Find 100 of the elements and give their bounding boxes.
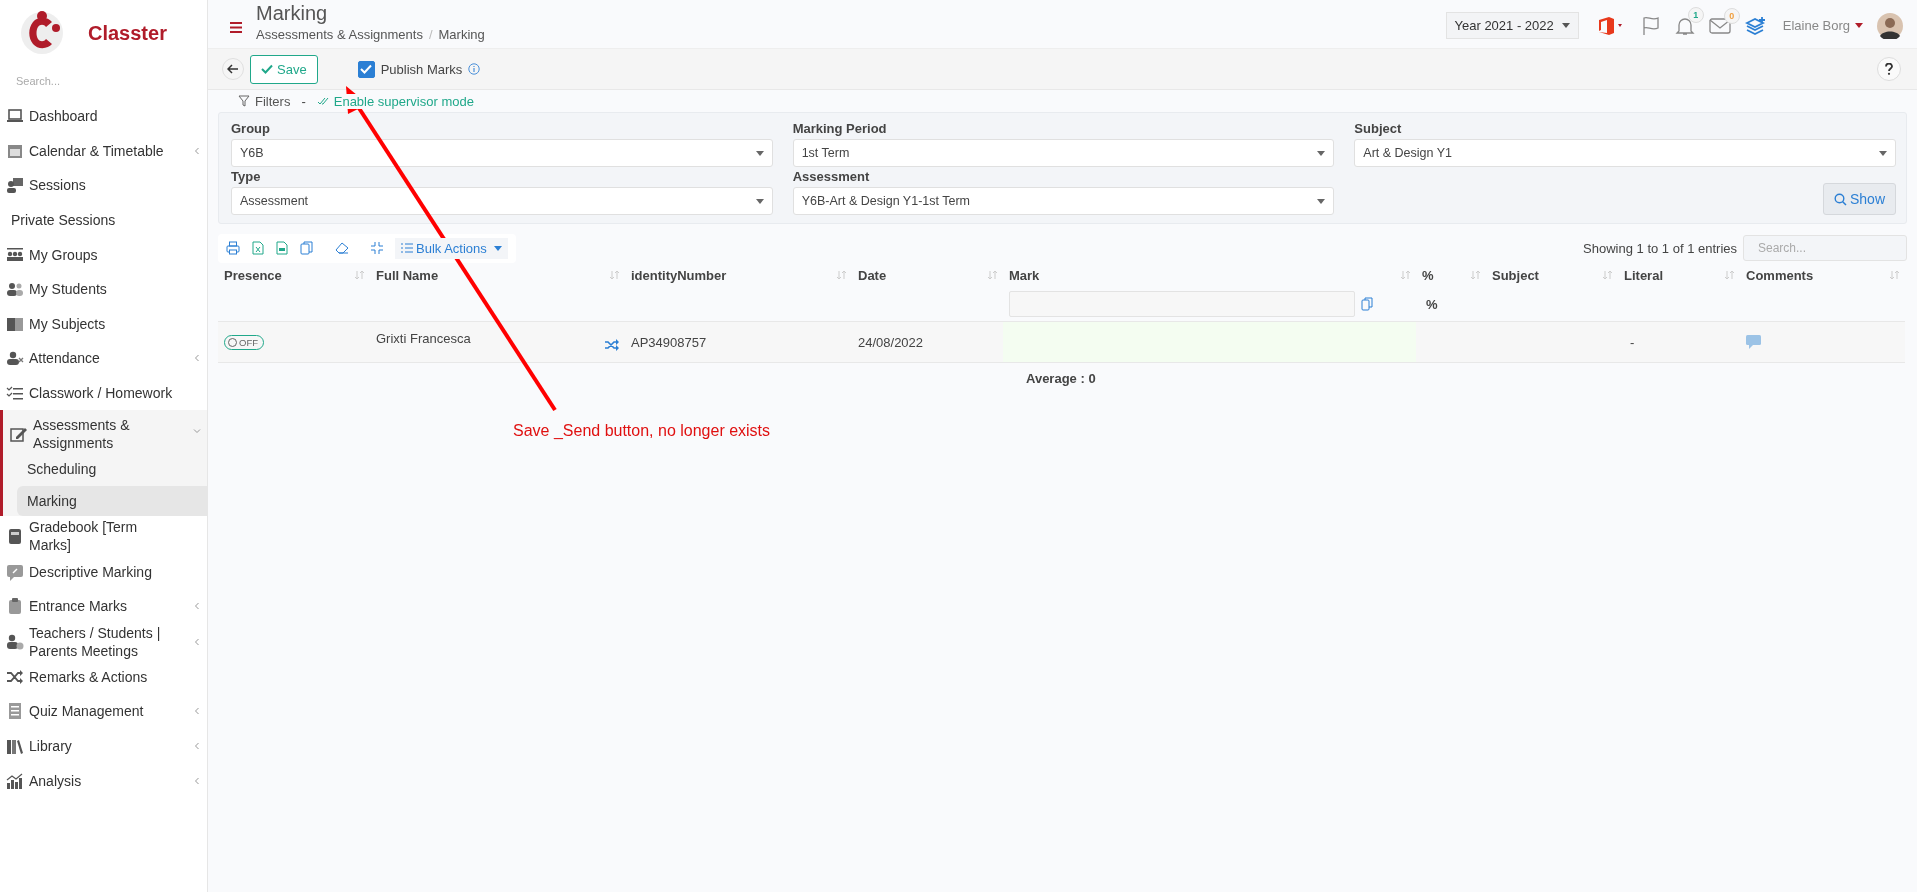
layers-plus-icon[interactable] [1744,15,1767,36]
breadcrumb-separator: / [428,27,433,42]
sidebar-item[interactable]: Entrance Marks [0,588,207,624]
sidebar-item[interactable]: Private Sessions [0,202,207,238]
help-icon [1885,63,1893,75]
sort-icon[interactable] [1603,270,1612,280]
help-button[interactable] [1877,57,1901,81]
table-cell: 24/08/2022 [858,334,924,350]
filters-toggle[interactable]: Filters [255,93,291,109]
chevron-icon [193,776,201,785]
copy-icon[interactable] [1361,297,1373,311]
dropdown-field[interactable]: Y6B [231,139,773,167]
avatar[interactable] [1877,12,1903,39]
excel-file-icon[interactable] [252,241,264,255]
book-icon [6,527,24,546]
column-header[interactable]: % [1422,267,1434,283]
table-cell-text: - [1629,334,1635,350]
column-header[interactable]: identityNumber [631,267,727,283]
chevron-icon [193,146,201,155]
average-text: Average : 0 [1026,370,1096,386]
sidebar-item[interactable]: Analysis [0,763,207,798]
dropdown-field[interactable]: 1st Term [792,139,1335,167]
sort-icon[interactable] [355,270,364,280]
page-title: Marking [256,2,329,25]
back-button[interactable] [222,58,244,80]
copy-icon[interactable] [300,241,313,255]
sidebar-subitem[interactable]: Scheduling [17,454,207,485]
sidebar-item[interactable]: Quiz Management [0,694,207,729]
search-icon [1833,192,1847,206]
column-header[interactable]: Mark [1009,267,1040,283]
breadcrumb-item[interactable]: Assessments & Assignments [256,27,423,42]
chevron-icon [193,602,201,611]
sidebar-item[interactable]: Classwork / Homework [0,375,207,411]
clipboard-icon [6,597,24,616]
sidebar-item[interactable]: Descriptive Marking [0,554,207,589]
user-clock-icon [6,632,24,651]
list-icon [6,702,24,721]
mail-icon[interactable] [1708,16,1731,35]
column-header[interactable]: Literal [1624,267,1663,283]
users-icon [6,280,24,299]
bulk-actions-button[interactable]: Bulk Actions [395,237,508,259]
info-icon[interactable] [468,63,481,75]
table-cell: Grixti Francesca [376,331,471,346]
sort-icon[interactable] [1401,270,1410,280]
dropdown-field[interactable]: Y6B-Art & Design Y1-1st Term [792,187,1335,215]
sidebar-item[interactable]: Teachers / Students | Parents Meetings [0,623,207,660]
bar-chart-icon [6,771,24,790]
show-button[interactable]: Show [1822,183,1896,215]
sort-icon[interactable] [1725,270,1734,280]
column-header[interactable]: Date [858,267,887,283]
csv-file-icon[interactable] [276,241,288,255]
field-label: Assessment [792,169,871,186]
sidebar-item[interactable]: Assessments & Assignments [3,410,207,453]
table-search-field[interactable]: Search... [1743,235,1907,261]
breadcrumb-item[interactable]: Marking [438,27,485,42]
double-check-icon [316,96,329,106]
sidebar-item[interactable]: Attendance [0,341,207,376]
menu-icon[interactable] [230,22,242,33]
shuffle-icon [6,667,24,686]
column-header[interactable]: Comments [1746,267,1814,283]
column-header[interactable]: Presence [224,267,282,283]
sidebar-item[interactable]: Calendar & Timetable [0,133,207,169]
sort-icon[interactable] [610,270,619,280]
dropdown-field[interactable]: Art & Design Y1 [1354,139,1896,167]
sidebar-item[interactable]: My Students [0,271,207,307]
shuffle-icon[interactable] [605,339,619,351]
annotation-text: Save _Send button, no longer exists [513,422,771,440]
publish-checkbox[interactable] [357,60,375,78]
sidebar-item[interactable]: Sessions [0,168,207,203]
flag-icon[interactable] [1640,15,1661,36]
column-header[interactable]: Full Name [376,267,439,283]
comment-icon[interactable] [1746,335,1761,349]
chevron-icon [193,637,201,646]
search-field[interactable]: Search... [14,74,188,88]
sidebar-item[interactable]: Remarks & Actions [0,659,207,695]
notification-count: 1 [1687,6,1704,23]
sort-icon[interactable] [837,270,846,280]
year-select[interactable]: Year 2021 - 2022 [1445,12,1579,39]
sidebar-item[interactable]: Dashboard [0,99,207,134]
chevron-icon [193,742,201,750]
sort-icon[interactable] [988,270,997,280]
sidebar-item[interactable]: My Subjects [0,306,207,342]
list-icon [401,243,413,253]
sidebar-item[interactable]: Library [0,728,207,764]
logo-icon [18,10,66,56]
sort-icon[interactable] [1890,270,1899,280]
dropdown-field[interactable]: Assessment [231,187,773,215]
compress-icon[interactable] [371,242,383,254]
sidebar-item[interactable]: Gradebook [Term Marks] [0,518,207,555]
publish-label: Publish Marks [380,61,463,77]
percent-label: % [1426,296,1438,312]
print-icon[interactable] [226,241,240,255]
mark-input-field[interactable] [1009,291,1355,317]
field-label: Subject [1354,121,1403,138]
bell-icon[interactable] [1674,15,1695,36]
column-header[interactable]: Subject [1492,267,1539,283]
eraser-icon[interactable] [335,242,349,254]
sort-icon[interactable] [1471,270,1480,280]
sidebar-item[interactable]: My Groups [0,237,207,272]
sidebar-subitem[interactable]: Marking [17,486,207,517]
